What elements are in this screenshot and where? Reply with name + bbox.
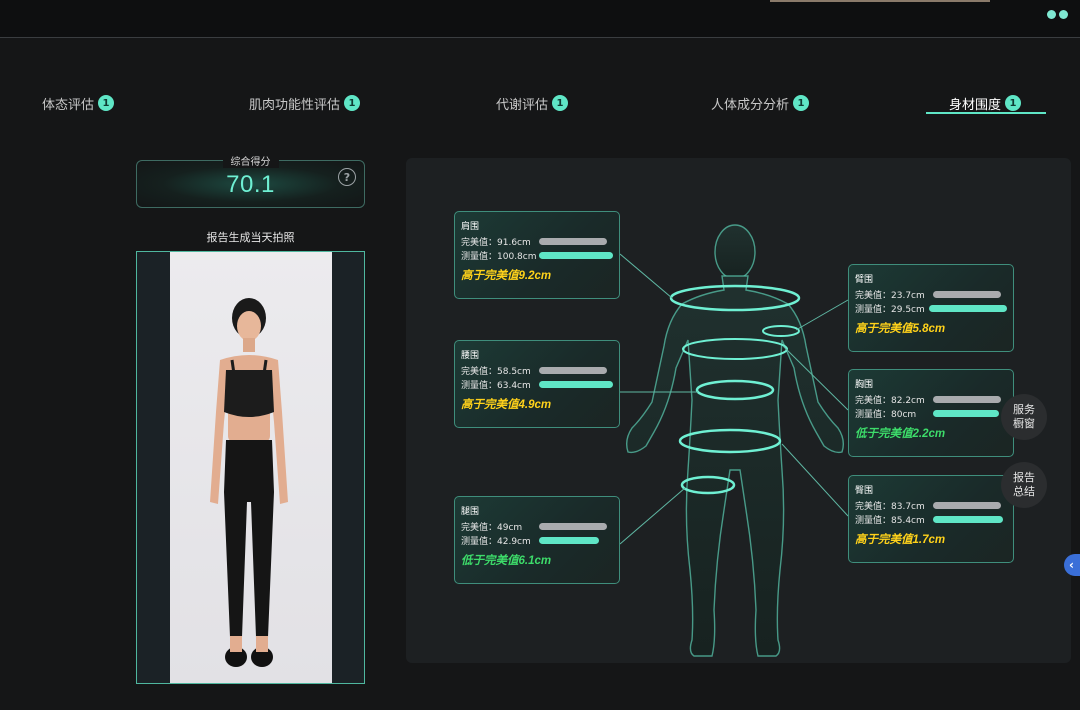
report-summary-button[interactable]: 报告 总结 bbox=[1001, 462, 1047, 508]
ideal-label: 完美值：23.7cm bbox=[855, 290, 925, 301]
ideal-label: 完美值：83.7cm bbox=[855, 501, 925, 512]
measured-label: 测量值：85.4cm bbox=[855, 515, 925, 526]
measured-label: 测量值：42.9cm bbox=[461, 536, 531, 547]
verdict-text: 高于完美值9.2cm bbox=[461, 270, 552, 282]
measurement-card-chest: 胸围 完美值：82.2cm 测量值：80cm 低于完美值2.2cm bbox=[848, 369, 1014, 457]
verdict-text: 高于完美值5.8cm bbox=[855, 323, 946, 335]
measured-bar bbox=[929, 304, 1007, 312]
verdict-text: 低于完美值2.2cm bbox=[855, 428, 946, 440]
ideal-label: 完美值：58.5cm bbox=[461, 366, 531, 377]
verdict-text: 高于完美值1.7cm bbox=[855, 534, 946, 546]
measurement-card-leg: 腿围 完美值：49cm 测量值：42.9cm 低于完美值6.1cm bbox=[454, 496, 620, 584]
card-title: 胸围 bbox=[855, 380, 874, 390]
measurement-card-hip: 臀围 完美值：83.7cm 测量值：85.4cm 高于完美值1.7cm bbox=[848, 475, 1014, 563]
measured-row: 测量值：29.5cm bbox=[855, 301, 1007, 315]
ideal-row: 完美值：58.5cm bbox=[461, 363, 613, 377]
measured-bar bbox=[933, 515, 1003, 523]
measured-bar bbox=[539, 536, 599, 544]
measured-row: 测量值：63.4cm bbox=[461, 377, 613, 391]
body-silhouette bbox=[625, 224, 845, 657]
ideal-bar bbox=[933, 395, 1001, 403]
measured-row: 测量值：42.9cm bbox=[461, 533, 613, 547]
measured-label: 测量值：100.8cm bbox=[461, 251, 537, 262]
card-title: 腿围 bbox=[461, 507, 480, 517]
measured-bar bbox=[933, 409, 999, 417]
measured-row: 测量值：85.4cm bbox=[855, 512, 1007, 526]
measured-bar bbox=[539, 380, 613, 388]
ideal-row: 完美值：49cm bbox=[461, 519, 613, 533]
measured-label: 测量值：29.5cm bbox=[855, 304, 925, 315]
card-title: 臀围 bbox=[855, 486, 874, 496]
ideal-row: 完美值：82.2cm bbox=[855, 392, 1007, 406]
measured-row: 测量值：100.8cm bbox=[461, 248, 613, 262]
measured-bar bbox=[539, 251, 613, 259]
measurement-card-waist: 腰围 完美值：58.5cm 测量值：63.4cm 高于完美值4.9cm bbox=[454, 340, 620, 428]
verdict-text: 低于完美值6.1cm bbox=[461, 555, 552, 567]
ideal-label: 完美值：49cm bbox=[461, 522, 523, 533]
card-title: 肩围 bbox=[461, 222, 480, 232]
verdict-text: 高于完美值4.9cm bbox=[461, 399, 552, 411]
ideal-label: 完美值：91.6cm bbox=[461, 237, 531, 248]
ideal-bar bbox=[539, 366, 607, 374]
ideal-bar bbox=[933, 501, 1001, 509]
measurement-card-shoulder: 肩围 完美值：91.6cm 测量值：100.8cm 高于完美值9.2cm bbox=[454, 211, 620, 299]
chevron-left-icon[interactable]: ‹ bbox=[1064, 554, 1080, 576]
ideal-row: 完美值：91.6cm bbox=[461, 234, 613, 248]
ideal-row: 完美值：23.7cm bbox=[855, 287, 1007, 301]
card-title: 腰围 bbox=[461, 351, 480, 361]
measured-label: 测量值：63.4cm bbox=[461, 380, 531, 391]
ideal-bar bbox=[539, 237, 607, 245]
ideal-row: 完美值：83.7cm bbox=[855, 498, 1007, 512]
measurement-card-arm: 臂围 完美值：23.7cm 测量值：29.5cm 高于完美值5.8cm bbox=[848, 264, 1014, 352]
measured-row: 测量值：80cm bbox=[855, 406, 1007, 420]
ideal-bar bbox=[933, 290, 1001, 298]
card-title: 臂围 bbox=[855, 275, 874, 285]
ideal-label: 完美值：82.2cm bbox=[855, 395, 925, 406]
ideal-bar bbox=[539, 522, 607, 530]
measured-label: 测量值：80cm bbox=[855, 409, 917, 420]
service-window-button[interactable]: 服务 橱窗 bbox=[1001, 394, 1047, 440]
